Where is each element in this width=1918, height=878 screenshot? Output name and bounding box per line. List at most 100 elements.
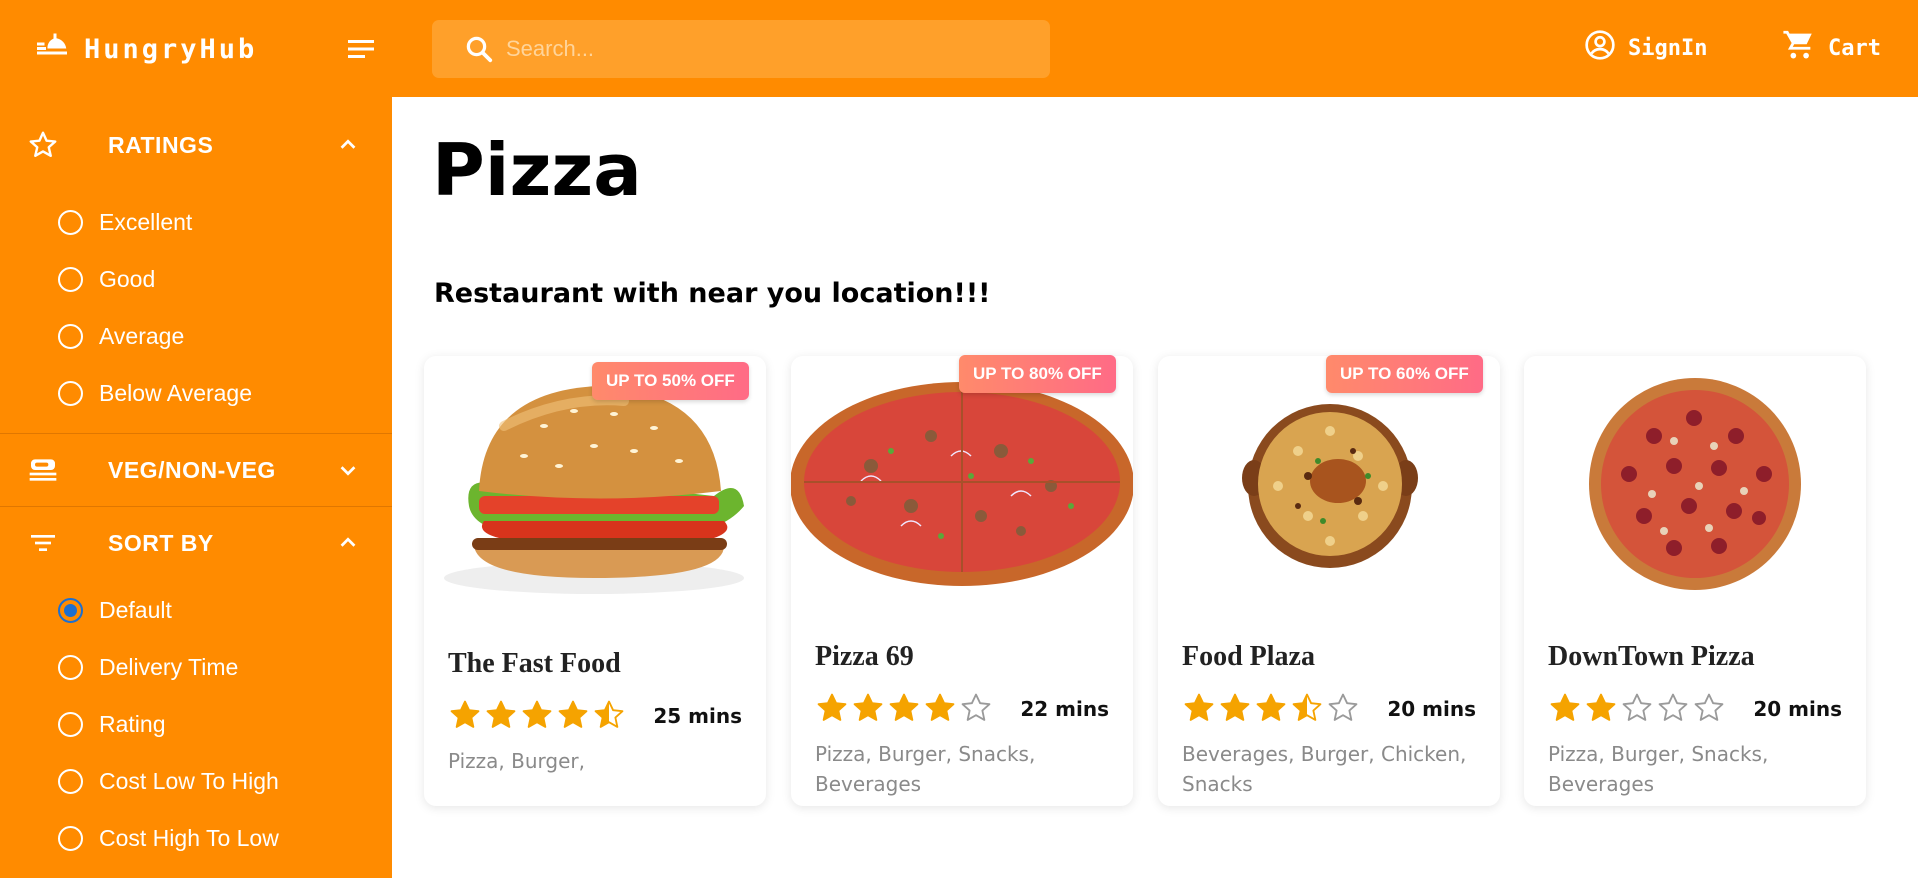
star-half-icon bbox=[1292, 693, 1322, 721]
sort-option-cost-low-high[interactable]: Cost Low To High bbox=[58, 764, 279, 798]
star-outline-icon bbox=[26, 128, 60, 162]
filter-sidebar: RATINGS Excellent Good Average Below Ave… bbox=[0, 97, 392, 878]
ratings-section-header[interactable]: RATINGS bbox=[0, 109, 392, 181]
chevron-up-icon[interactable] bbox=[334, 529, 362, 557]
sort-icon bbox=[26, 526, 60, 560]
sort-by-section-header[interactable]: SORT BY bbox=[0, 507, 392, 579]
option-label: Cost High To Low bbox=[99, 824, 279, 851]
option-label: Average bbox=[99, 322, 185, 349]
star-filled-icon bbox=[853, 693, 883, 721]
cuisine-list: Pizza, Burger, Snacks, Beverages bbox=[1548, 742, 1769, 796]
sort-option-default[interactable]: Default bbox=[58, 593, 172, 627]
cuisine-list: Beverages, Burger, Chicken, Snacks bbox=[1182, 742, 1467, 796]
cart-button[interactable]: Cart bbox=[1782, 28, 1881, 68]
star-empty-icon bbox=[961, 693, 991, 721]
menu-icon[interactable] bbox=[344, 32, 378, 66]
restaurant-name: The Fast Food bbox=[448, 648, 621, 679]
cart-label: Cart bbox=[1828, 35, 1881, 61]
star-empty-icon bbox=[1622, 693, 1652, 721]
radio-button-selected[interactable] bbox=[58, 597, 83, 623]
sort-option-delivery-time[interactable]: Delivery Time bbox=[58, 650, 238, 684]
cuisine-list: Pizza, Burger, bbox=[448, 749, 585, 773]
delivery-time: 25 mins bbox=[653, 704, 742, 728]
restaurant-card[interactable]: UP TO 60% OFF Food Plaza 20 mins Beverag… bbox=[1158, 355, 1500, 806]
star-filled-icon bbox=[925, 693, 955, 721]
star-half-icon bbox=[594, 700, 624, 728]
page-title: Pizza bbox=[432, 128, 642, 212]
rating-option-average[interactable]: Average bbox=[58, 319, 184, 353]
chevron-down-icon[interactable] bbox=[334, 456, 362, 484]
star-filled-icon bbox=[1256, 693, 1286, 721]
star-empty-icon bbox=[1658, 693, 1688, 721]
restaurant-name: Pizza 69 bbox=[815, 641, 914, 672]
star-empty-icon bbox=[1694, 693, 1724, 721]
rating-option-good[interactable]: Good bbox=[58, 262, 155, 296]
option-label: Delivery Time bbox=[99, 653, 239, 680]
delivery-time: 20 mins bbox=[1753, 697, 1842, 721]
restaurant-name: DownTown Pizza bbox=[1548, 641, 1755, 672]
option-label: Below Average bbox=[99, 379, 253, 406]
star-filled-icon bbox=[1550, 693, 1580, 721]
search-icon[interactable] bbox=[464, 32, 498, 66]
search-input[interactable] bbox=[506, 36, 1026, 62]
rating-option-excellent[interactable]: Excellent bbox=[58, 205, 192, 239]
cart-icon bbox=[1782, 28, 1816, 68]
signin-label: SignIn bbox=[1628, 35, 1708, 61]
delivery-time: 20 mins bbox=[1387, 697, 1476, 721]
rating-stars bbox=[815, 691, 993, 727]
discount-badge: UP TO 60% OFF bbox=[1326, 355, 1483, 393]
restaurant-name: Food Plaza bbox=[1182, 641, 1315, 672]
brand-logo[interactable]: HungryHub bbox=[34, 24, 257, 74]
radio-button[interactable] bbox=[58, 209, 83, 235]
pizza-image bbox=[791, 356, 1133, 610]
radio-button[interactable] bbox=[58, 825, 83, 851]
star-filled-icon bbox=[522, 700, 552, 728]
account-circle-icon bbox=[1584, 29, 1616, 67]
radio-button[interactable] bbox=[58, 266, 83, 292]
sort-by-section-title: SORT BY bbox=[108, 529, 214, 556]
option-label: Rating bbox=[99, 710, 166, 737]
food-tray-icon bbox=[26, 453, 60, 487]
star-empty-icon bbox=[1328, 693, 1358, 721]
radio-button[interactable] bbox=[58, 768, 83, 794]
rating-stars bbox=[448, 698, 626, 734]
star-filled-icon bbox=[1184, 693, 1214, 721]
cuisine-list: Pizza, Burger, Snacks, Beverages bbox=[815, 742, 1036, 796]
sort-option-cost-high-low[interactable]: Cost High To Low bbox=[58, 821, 279, 855]
restaurant-card[interactable]: UP TO 80% OFF Pizza 69 22 mins Pizza, Bu… bbox=[791, 355, 1133, 806]
rating-stars bbox=[1548, 691, 1726, 727]
star-filled-icon bbox=[889, 693, 919, 721]
discount-badge: UP TO 80% OFF bbox=[959, 355, 1116, 393]
brand-name: HungryHub bbox=[84, 33, 258, 65]
signin-button[interactable]: SignIn bbox=[1584, 28, 1707, 68]
restaurant-card[interactable]: DownTown Pizza 20 mins Pizza, Burger, Sn… bbox=[1524, 356, 1866, 806]
search-bar bbox=[432, 20, 1050, 78]
star-filled-icon bbox=[486, 700, 516, 728]
veg-nonveg-section-header[interactable]: VEG/NON-VEG bbox=[0, 434, 392, 506]
star-filled-icon bbox=[558, 700, 588, 728]
sort-option-rating[interactable]: Rating bbox=[58, 707, 165, 741]
chevron-up-icon[interactable] bbox=[334, 131, 362, 159]
food-tray-icon bbox=[34, 29, 70, 70]
rating-option-below-average[interactable]: Below Average bbox=[58, 376, 252, 410]
delivery-time: 22 mins bbox=[1020, 697, 1109, 721]
star-filled-icon bbox=[1586, 693, 1616, 721]
star-filled-icon bbox=[450, 700, 480, 728]
page-subtitle: Restaurant with near you location!!! bbox=[434, 278, 991, 309]
top-navbar: HungryHub SignIn Cart bbox=[0, 0, 1918, 97]
pizza-image bbox=[1524, 356, 1866, 610]
star-filled-icon bbox=[817, 693, 847, 721]
radio-button[interactable] bbox=[58, 654, 83, 680]
option-label: Good bbox=[99, 265, 156, 292]
radio-button[interactable] bbox=[58, 711, 83, 737]
option-label: Excellent bbox=[99, 208, 193, 235]
restaurant-card[interactable]: UP TO 50% OFF The Fast Food 25 mins Pizz… bbox=[424, 356, 766, 806]
discount-badge: UP TO 50% OFF bbox=[592, 362, 749, 400]
rating-stars bbox=[1182, 691, 1360, 727]
ratings-section-title: RATINGS bbox=[108, 131, 214, 158]
option-label: Default bbox=[99, 596, 172, 623]
option-label: Cost Low To High bbox=[99, 767, 279, 794]
veg-nonveg-section-title: VEG/NON-VEG bbox=[108, 456, 276, 483]
radio-button[interactable] bbox=[58, 323, 83, 349]
radio-button[interactable] bbox=[58, 380, 83, 406]
